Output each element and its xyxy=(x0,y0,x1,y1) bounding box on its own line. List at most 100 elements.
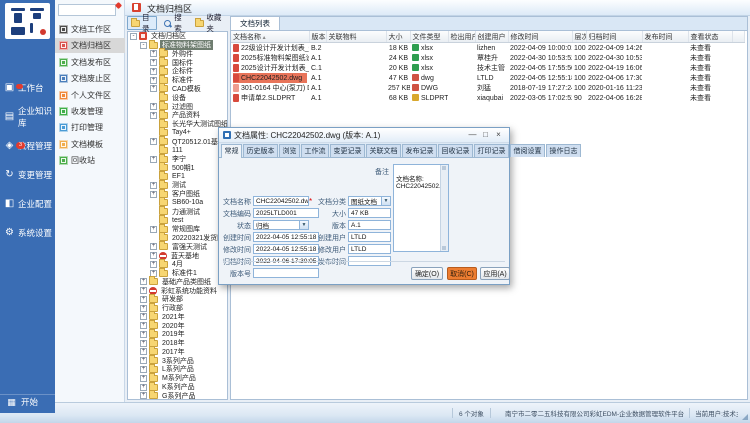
minimize-icon[interactable]: — xyxy=(466,129,479,141)
expander-icon[interactable]: - xyxy=(130,33,137,40)
expander-icon[interactable]: + xyxy=(140,287,147,294)
expander-icon[interactable]: + xyxy=(140,384,147,391)
column-header-checkout[interactable]: 检出用户 xyxy=(448,31,475,43)
sidebar-item-1[interactable]: ▤企业知识库 xyxy=(0,105,55,129)
close-icon[interactable]: × xyxy=(492,129,505,141)
module-item-1[interactable]: 文档归档区 xyxy=(55,38,125,53)
module-item-5[interactable]: 收发管理 xyxy=(55,104,125,119)
column-header-ver[interactable]: 版本 xyxy=(309,31,326,43)
expander-icon[interactable]: + xyxy=(150,85,157,92)
expander-icon[interactable]: + xyxy=(140,366,147,373)
field-input-大小[interactable]: 47 KB xyxy=(348,208,391,218)
table-row[interactable]: 申请单2.SLDPRTA.168 KBSLDPRTxiaqubai2022-03… xyxy=(231,93,744,103)
pin-icon[interactable] xyxy=(115,2,122,9)
tree-node[interactable]: 长光华大测试图纸 xyxy=(128,120,227,129)
dialog-tab-变更记录[interactable]: 变更记录 xyxy=(330,144,365,157)
tree-node[interactable]: 500期1 xyxy=(128,163,227,172)
document-name-cell[interactable]: 申请单2.SLDPRT xyxy=(233,93,307,103)
sidebar-item-5[interactable]: ⚙系统设置 xyxy=(0,221,55,245)
expander-icon[interactable]: + xyxy=(140,331,147,338)
expander-icon[interactable]: + xyxy=(150,243,157,250)
expander-icon[interactable]: + xyxy=(150,59,157,66)
expander-icon[interactable]: + xyxy=(150,68,157,75)
module-item-6[interactable]: 打印管理 xyxy=(55,120,125,135)
field-input-状态[interactable]: 归档▼ xyxy=(253,220,309,230)
expander-icon[interactable]: + xyxy=(150,77,157,84)
table-row[interactable]: 2025设计开发计划表_000001...C.120 KBxlsx技术主管202… xyxy=(231,63,744,73)
column-header-name[interactable]: 文档名称 ▴ xyxy=(231,31,309,43)
field-input-修改时间[interactable]: 2022-04-05 12:55:18 xyxy=(253,244,319,254)
explorer-button-0[interactable]: 目录 xyxy=(127,16,157,30)
field-input-文档名称[interactable]: CHC22042502.dwg▼ xyxy=(253,196,309,206)
module-item-8[interactable]: 回收站 xyxy=(55,153,125,168)
column-header-_f[interactable] xyxy=(732,31,744,43)
expander-icon[interactable]: + xyxy=(150,226,157,233)
expander-icon[interactable]: + xyxy=(140,348,147,355)
module-item-4[interactable]: 个人文件区 xyxy=(55,88,125,103)
expander-icon[interactable]: + xyxy=(140,322,147,329)
tree-node[interactable]: +G系列产品 xyxy=(128,391,227,400)
expander-icon[interactable]: + xyxy=(140,296,147,303)
field-input-文档分类[interactable]: 图纸文档▼ xyxy=(348,196,391,206)
expander-icon[interactable]: + xyxy=(150,138,157,145)
column-header-status[interactable]: 查看状态 xyxy=(688,31,732,43)
document-name-cell[interactable]: 2025设计开发计划表_000001... xyxy=(233,63,307,73)
dialog-tab-工作流[interactable]: 工作流 xyxy=(301,144,329,157)
expander-icon[interactable]: + xyxy=(140,313,147,320)
module-item-0[interactable]: 文档工作区 xyxy=(55,22,125,37)
dialog-tab-常规[interactable]: 常规 xyxy=(221,144,242,158)
expander-icon[interactable]: + xyxy=(150,156,157,163)
tree-node[interactable]: +客户图纸 xyxy=(128,190,227,199)
module-search-input[interactable] xyxy=(58,4,116,16)
explorer-button-1[interactable]: 搜索 xyxy=(159,16,189,30)
table-row[interactable]: 2025标准物料架图纸设计开...A.124 KBxlsx覃桂升2022-04-… xyxy=(231,53,744,63)
expander-icon[interactable]: + xyxy=(140,392,147,399)
document-name-cell[interactable]: 2025标准物料架图纸设计开... xyxy=(233,53,307,63)
explorer-button-2[interactable]: 收藏夹 xyxy=(191,16,228,30)
field-input-版本[interactable]: A.1 xyxy=(348,220,391,230)
dialog-tab-操作日志[interactable]: 操作日志 xyxy=(546,144,581,157)
maximize-icon[interactable]: □ xyxy=(479,129,492,141)
expander-icon[interactable]: + xyxy=(140,278,147,285)
column-header-size[interactable]: 大小 xyxy=(386,31,410,43)
module-item-2[interactable]: 文档发布区 xyxy=(55,55,125,70)
resize-grip[interactable] xyxy=(742,414,748,420)
column-header-level[interactable]: 层次 xyxy=(572,31,586,43)
dropdown-arrow-icon[interactable]: ▼ xyxy=(299,221,308,229)
column-header-ptime[interactable]: 发布时间 xyxy=(642,31,688,43)
dialog-tab-借阅设置[interactable]: 借阅设置 xyxy=(510,144,545,157)
tab-document-list[interactable]: 文档列表 xyxy=(231,17,280,30)
tree-node[interactable]: 力通测试 xyxy=(128,207,227,216)
cancel-button[interactable]: 取消(C) xyxy=(447,267,477,280)
tree-node[interactable]: +QT20512.01基础 xyxy=(128,137,227,146)
column-header-creator[interactable]: 创建用户 xyxy=(475,31,508,43)
document-name-cell[interactable]: 301-0164 中心(泵刀) DWG xyxy=(233,83,307,93)
dialog-tab-浏览[interactable]: 浏览 xyxy=(279,144,300,157)
expander-icon[interactable]: + xyxy=(140,340,147,347)
dialog-tab-打印记录[interactable]: 打印记录 xyxy=(474,144,509,157)
dialog-titlebar[interactable]: 文档属性: CHC22042502.dwg (版本: A.1) —□× xyxy=(219,128,509,143)
expander-icon[interactable]: + xyxy=(150,261,157,268)
expander-icon[interactable]: + xyxy=(150,103,157,110)
expander-icon[interactable]: + xyxy=(150,182,157,189)
start-button[interactable]: ▦ 开始 xyxy=(0,394,55,409)
expander-icon[interactable]: + xyxy=(150,252,157,259)
column-header-atime[interactable]: 归档时间 xyxy=(586,31,642,43)
remark-scrollbar[interactable] xyxy=(440,165,448,251)
dialog-tab-发布记录[interactable]: 发布记录 xyxy=(402,144,437,157)
expander-icon[interactable]: + xyxy=(140,357,147,364)
dialog-tab-回收记录[interactable]: 回收记录 xyxy=(438,144,473,157)
sidebar-item-0[interactable]: ▣工作台 xyxy=(0,76,55,100)
field-input-修改用户[interactable]: LTLD xyxy=(348,244,391,254)
expander-icon[interactable]: + xyxy=(150,50,157,57)
dropdown-arrow-icon[interactable]: ▼ xyxy=(381,197,390,205)
field-input-创建用户[interactable]: LTLD xyxy=(348,232,391,242)
table-row[interactable]: CHC22042502.dwgA.147 KBdwgLTLD2022-04-05… xyxy=(231,73,744,83)
field-input-文档编码[interactable]: 2025LTLD001 xyxy=(253,208,319,218)
field-input-创建时间[interactable]: 2022-04-05 12:55:18 xyxy=(253,232,319,242)
expander-icon[interactable]: + xyxy=(150,191,157,198)
column-header-mtime[interactable]: 修改时间 xyxy=(508,31,572,43)
table-row[interactable]: 301-0164 中心(泵刀) DWGA.1257 KBDWG刘猛2018-07… xyxy=(231,83,744,93)
column-header-material[interactable]: 关联物料 xyxy=(326,31,386,43)
column-header-type[interactable]: 文件类型 xyxy=(410,31,448,43)
